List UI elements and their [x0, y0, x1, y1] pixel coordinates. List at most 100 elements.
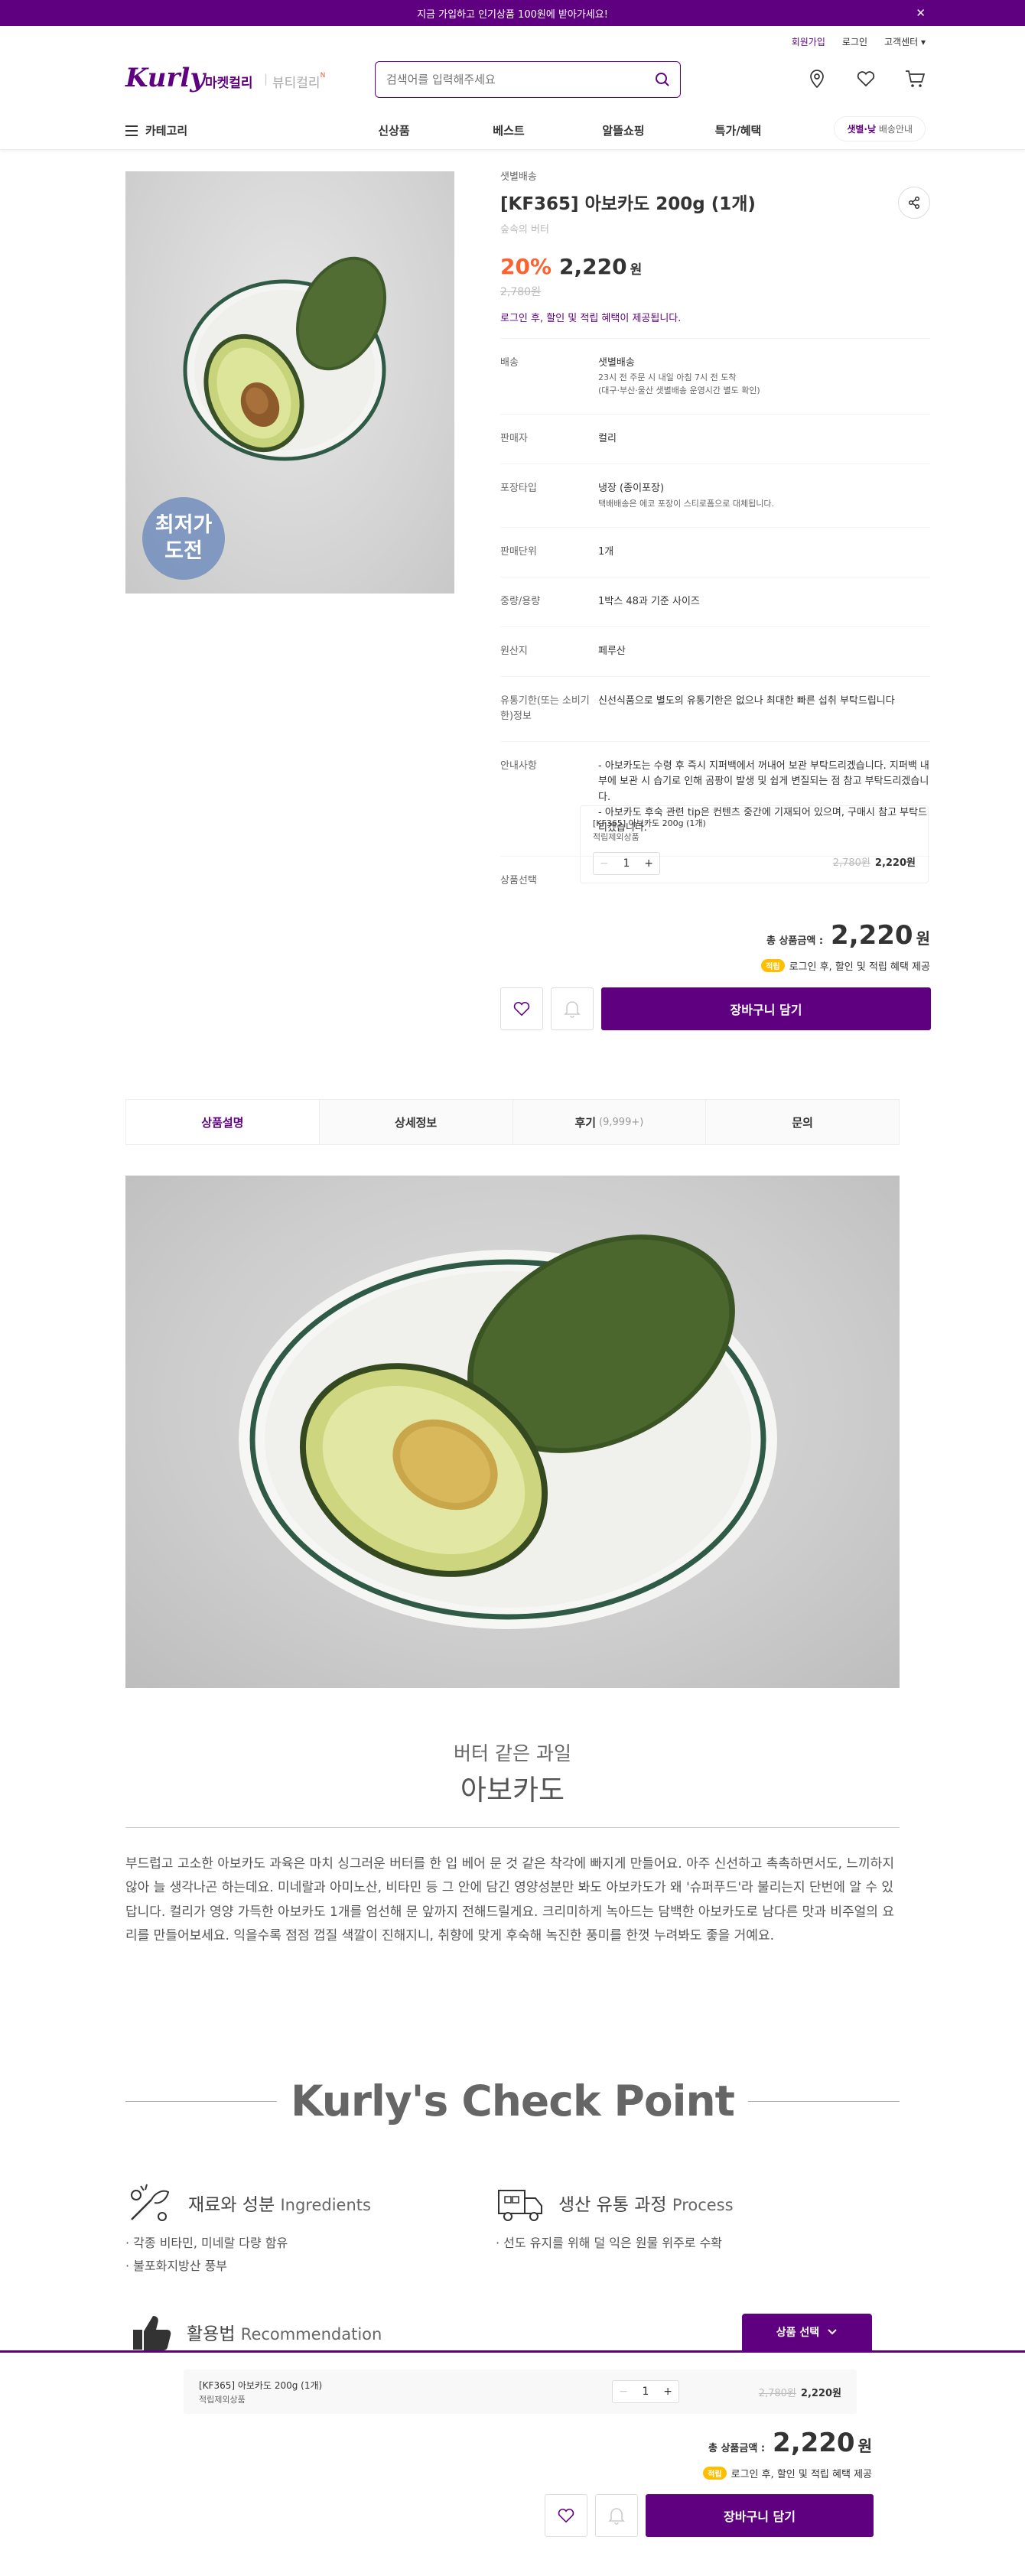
restock-alert-button[interactable]: [551, 987, 594, 1030]
total-value: 2,220: [831, 920, 913, 951]
beauty-kurly-label: 뷰티컬리: [272, 76, 321, 91]
point-text: 로그인 후, 할인 및 적립 혜택 제공: [731, 2469, 872, 2480]
option-price: 2,780원 2,220원: [833, 854, 916, 869]
top-banner[interactable]: 지금 가입하고 인기상품 100원에 받아가세요! ✕: [0, 0, 1025, 26]
delivery-info-button[interactable]: 샛별·낮 배송안내: [834, 116, 926, 141]
price-block: 20% 2,220 원: [500, 254, 930, 279]
delivery-strong: 샛별·낮: [847, 124, 877, 135]
beauty-kurly-tab[interactable]: 뷰티컬리N: [272, 72, 325, 91]
wishlist-button[interactable]: [545, 2494, 587, 2537]
info-row-label: 배송: [500, 357, 519, 369]
ingredients-list: · 각종 비타민, 미네랄 다량 함유 · 불포화지방산 풍부: [125, 2232, 288, 2277]
total-unit: 원: [916, 929, 930, 948]
login-benefit-message[interactable]: 로그인 후, 할인 및 적립 혜택이 제공됩니다.: [500, 310, 930, 324]
info-row-text: 1박스 48과 기준 사이즈: [598, 595, 700, 607]
check-point-title: Kurly's Check Point: [291, 2077, 735, 2126]
divider: [747, 2100, 900, 2102]
signup-link[interactable]: 회원가입: [792, 35, 825, 48]
option-toggle-button[interactable]: 상품 선택: [742, 2314, 872, 2350]
info-row-label: 유통기한(또는 소비기한)정보: [500, 694, 590, 723]
minus-button[interactable]: −: [600, 857, 609, 870]
minus-button[interactable]: −: [619, 2386, 628, 2398]
recommendation-title-en: Recommendation: [240, 2325, 382, 2343]
list-item: · 선도 유지를 위해 덜 익은 원물 위주로 수확: [496, 2236, 723, 2250]
info-row-text: 페루산: [598, 645, 626, 657]
plus-button[interactable]: +: [644, 857, 653, 870]
sticky-option-row: [KF365] 아보카도 200g (1개) 적립제외상품 − 1 + 2,78…: [184, 2369, 857, 2414]
info-row-label: 판매단위: [500, 545, 537, 558]
customer-center-link[interactable]: 고객센터 ▾: [884, 35, 926, 48]
check-point-header: Kurly's Check Point: [125, 2077, 900, 2126]
info-row-note: (대구·부산·울산 샛별배송 운영시간 별도 확인): [598, 385, 760, 396]
search-box[interactable]: [375, 61, 681, 98]
kurly-logo[interactable]: Kurly: [125, 63, 205, 93]
option-box: [KF365] 아보카도 200g (1개) 적립제외상품 − 1 + 2,78…: [580, 805, 929, 883]
ingredients-title-en: Ingredients: [280, 2196, 371, 2214]
tab-inquiry[interactable]: 문의: [706, 1100, 899, 1144]
point-tag: 적립: [761, 959, 785, 972]
bell-icon: [608, 2508, 625, 2525]
info-row: 중량/용량 1박스 48과 기준 사이즈: [500, 577, 930, 627]
user-links: 회원가입 로그인 고객센터 ▾: [792, 35, 926, 48]
menu-new[interactable]: 신상품: [337, 122, 451, 138]
menu-special[interactable]: 특가/혜택: [681, 122, 796, 138]
info-row-note: 23시 전 주문 시 내일 아침 7시 전 도착: [598, 372, 737, 383]
wishlist-button[interactable]: [500, 987, 543, 1030]
detail-tabs: 상품설명 상세정보 후기 (9,999+) 문의: [125, 1099, 900, 1145]
info-row-label: 중량/용량: [500, 595, 541, 607]
menu-saving[interactable]: 알뜰쇼핑: [566, 122, 681, 138]
detail-description: 부드럽고 고소한 아보카도 과육은 마치 싱그러운 버터를 한 입 베어 문 것…: [125, 1856, 894, 1944]
hamburger-icon: [125, 125, 138, 136]
login-link[interactable]: 로그인: [842, 35, 867, 48]
global-nav: 카테고리 신상품 베스트 알뜰쇼핑 특가/혜택 샛별·낮 배송안내: [0, 112, 1025, 150]
info-row-value: 1박스 48과 기준 사이즈: [598, 594, 930, 610]
info-row-value: 컬리: [598, 431, 930, 447]
tab-details-label: 상세정보: [395, 1115, 438, 1130]
option-orig-price: 2,780원: [832, 857, 870, 869]
option-sale-price: 2,220원: [800, 2388, 841, 2399]
divider: |: [264, 72, 268, 86]
option-sub: 적립제외상품: [593, 832, 639, 842]
list-item: · 불포화지방산 풍부: [125, 2258, 228, 2273]
info-row-value: 1개: [598, 545, 930, 560]
quantity-stepper[interactable]: − 1 +: [593, 852, 660, 875]
info-row-value: 냉장 (종이포장) 택배배송은 에코 포장이 스티로폼으로 대체됩니다.: [598, 481, 930, 509]
thumbs-up-icon: [133, 2316, 171, 2350]
detail-image: [125, 1176, 900, 1688]
banner-text[interactable]: 지금 가입하고 인기상품 100원에 받아가세요!: [417, 6, 608, 21]
delivery-truck-icon: [498, 2190, 542, 2221]
recommendation-section: 활용법 Recommendation: [130, 2311, 382, 2353]
sale-price: 2,220: [559, 254, 627, 279]
tab-details[interactable]: 상세정보: [320, 1100, 513, 1144]
add-to-cart-button[interactable]: 장바구니 담기: [601, 987, 931, 1030]
divider: [125, 1827, 900, 1828]
location-icon[interactable]: [806, 68, 828, 89]
tab-description[interactable]: 상품설명: [126, 1100, 320, 1144]
category-label: 카테고리: [145, 124, 188, 138]
restock-alert-button[interactable]: [595, 2494, 638, 2537]
info-row-text: 냉장 (종이포장): [598, 483, 665, 495]
menu-best[interactable]: 베스트: [451, 122, 566, 138]
search-input[interactable]: [386, 73, 646, 86]
cart-icon[interactable]: [904, 68, 926, 89]
process-title-en: Process: [672, 2196, 734, 2214]
info-row: 원산지 페루산: [500, 627, 930, 677]
ingredients-section: 재료와 성분 Ingredients: [125, 2180, 371, 2226]
close-icon[interactable]: ✕: [916, 6, 926, 20]
search-icon[interactable]: [654, 71, 671, 91]
share-button[interactable]: [898, 187, 930, 219]
heart-icon[interactable]: [855, 68, 877, 89]
main-menu: 신상품 베스트 알뜰쇼핑 특가/혜택: [337, 122, 796, 138]
market-kurly-tab[interactable]: 마켓컬리: [205, 72, 253, 91]
add-to-cart-button[interactable]: 장바구니 담기: [646, 2494, 874, 2537]
plus-button[interactable]: +: [663, 2386, 672, 2398]
quantity-stepper[interactable]: − 1 +: [612, 2380, 679, 2403]
tab-reviews[interactable]: 후기 (9,999+): [513, 1100, 707, 1144]
bell-icon: [564, 1001, 581, 1018]
category-menu[interactable]: 카테고리: [125, 122, 187, 138]
option-name: [KF365] 아보카도 200g (1개): [593, 818, 706, 828]
review-count: (9,999+): [599, 1116, 644, 1128]
info-row-note: 택배배송은 에코 포장이 스티로폼으로 대체됩니다.: [598, 498, 775, 509]
recommendation-title: 활용법: [187, 2324, 236, 2344]
heart-icon: [558, 2509, 574, 2523]
